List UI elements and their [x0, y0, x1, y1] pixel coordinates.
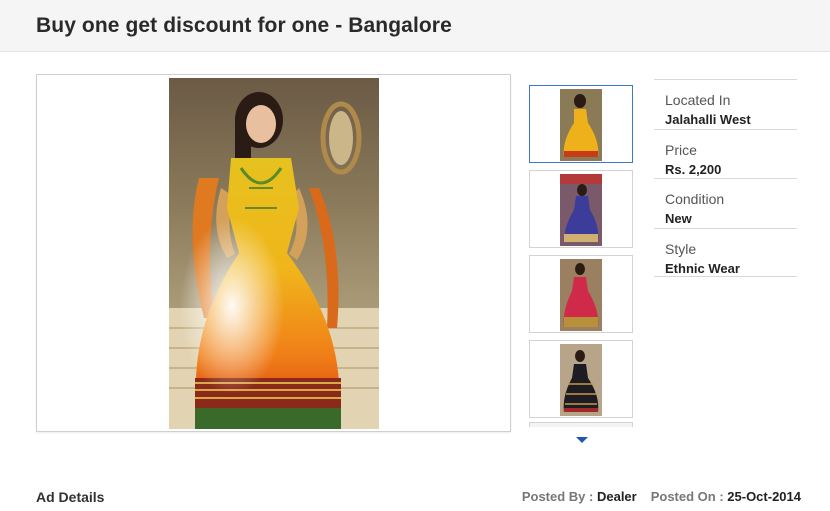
detail-condition: Condition New — [654, 178, 797, 228]
ad-details-heading: Ad Details — [36, 489, 105, 505]
page-title: Buy one get discount for one - Bangalore — [36, 14, 452, 37]
thumbnail-2[interactable] — [529, 170, 633, 248]
posted-by-value: Dealer — [596, 489, 637, 504]
located-in-value: Jalahalli West — [665, 112, 751, 127]
posted-by-label: Posted By : — [521, 489, 597, 504]
thumb-image-red-lehenga — [560, 259, 602, 331]
price-value: Rs. 2,200 — [665, 161, 722, 177]
located-in-label: Located In — [665, 92, 731, 108]
detail-located-in: Located In Jalahalli West — [654, 79, 797, 129]
main-product-photo[interactable] — [169, 78, 379, 429]
dress-photo-image — [169, 78, 379, 429]
condition-value: New — [665, 211, 692, 226]
posted-meta: Posted By : Dealer Posted On : 25-Oct-201… — [522, 489, 801, 504]
price-label: Price — [665, 141, 697, 158]
posted-on-label: Posted On : — [650, 489, 728, 504]
thumb-image-blue-lehenga — [560, 174, 602, 246]
thumb-image-black-anarkali — [560, 344, 602, 416]
thumbnail-1[interactable] — [529, 85, 633, 163]
thumbnail-3[interactable] — [529, 255, 633, 333]
detail-price: Price Rs. 2,200 — [654, 128, 797, 179]
page-header: Buy one get discount for one - Bangalore — [0, 0, 830, 52]
style-value: Ethnic Wear — [665, 260, 740, 276]
ad-details-panel: Located In Jalahalli West Price Rs. 2,20… — [654, 79, 797, 277]
posted-on-value: 25-Oct-2014 — [727, 489, 801, 504]
detail-style: Style Ethnic Wear — [654, 227, 797, 277]
thumbnail-5-partial[interactable] — [529, 422, 633, 427]
thumb-image-yellow-anarkali — [560, 89, 602, 161]
condition-label: Condition — [665, 191, 725, 207]
thumbnail-4[interactable] — [529, 340, 633, 418]
thumbnail-strip[interactable] — [529, 84, 635, 427]
scroll-down-arrow-icon[interactable] — [576, 437, 588, 443]
style-label: Style — [665, 240, 697, 257]
main-image-frame[interactable] — [36, 74, 511, 432]
